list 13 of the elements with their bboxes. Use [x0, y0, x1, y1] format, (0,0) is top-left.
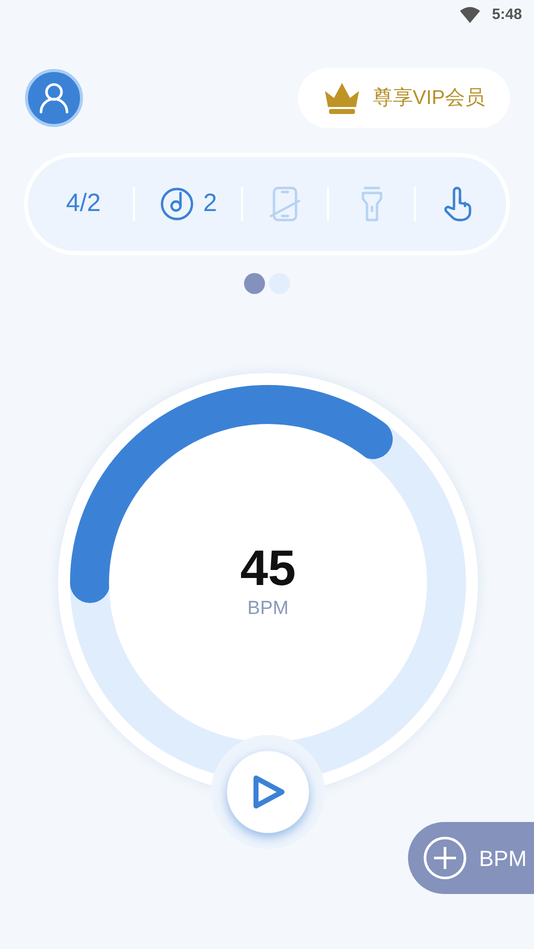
- user-icon: [39, 82, 69, 114]
- vip-button[interactable]: 尊享VIP会员: [298, 68, 510, 128]
- music-disc-icon[interactable]: [159, 185, 196, 223]
- wifi-icon: [460, 7, 480, 23]
- subdivision-count: 2: [203, 188, 217, 220]
- play-button[interactable]: [227, 751, 309, 833]
- add-bpm-button[interactable]: BPM: [408, 822, 534, 894]
- clock-time: 5:48: [492, 4, 522, 25]
- bpm-unit: BPM: [247, 596, 289, 621]
- crown-icon: [322, 81, 361, 115]
- bpm-value: 45: [240, 542, 296, 593]
- time-signature-button[interactable]: 4/2: [58, 185, 109, 223]
- plus-icon: [423, 836, 467, 880]
